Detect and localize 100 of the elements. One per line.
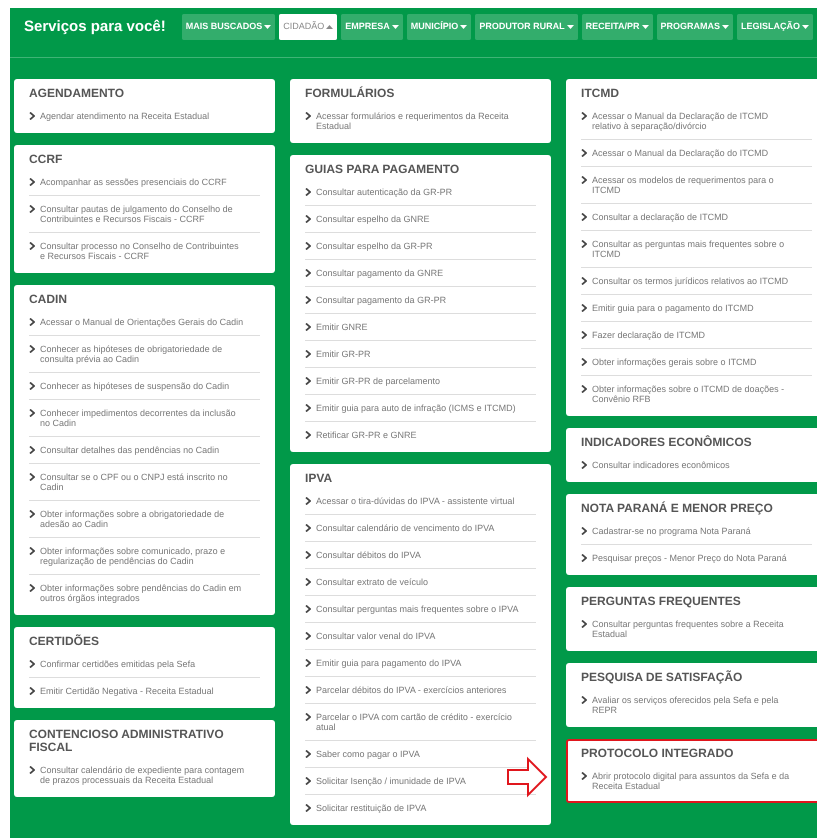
caret-icon bbox=[722, 25, 730, 29]
service-link[interactable]: Consultar os termos jurídicos relativos ao ITCMD bbox=[581, 276, 788, 286]
chevron-icon bbox=[581, 304, 587, 312]
chevron-icon bbox=[581, 696, 587, 704]
chevron-icon bbox=[581, 358, 587, 366]
chevron-icon bbox=[305, 777, 311, 785]
chevron-icon bbox=[581, 554, 587, 562]
service-link[interactable]: Consultar detalhes das pendências no Cadin bbox=[29, 445, 220, 455]
service-link[interactable]: Consultar indicadores econômicos bbox=[581, 460, 730, 470]
chevron-icon bbox=[305, 404, 311, 412]
service-link[interactable]: Consultar perguntas frequentes sobre a Receita Estadual bbox=[581, 619, 798, 639]
service-link[interactable]: Agendar atendimento na Receita Estadual bbox=[29, 111, 210, 121]
service-link[interactable]: Solicitar restituição de IPVA bbox=[305, 803, 426, 813]
service-link[interactable]: Consultar a declaração de ITCMD bbox=[581, 212, 728, 222]
chevron-icon bbox=[29, 318, 35, 326]
nav-tab[interactable]: CIDADÃO bbox=[279, 14, 338, 40]
service-link[interactable]: Emitir GR-PR bbox=[305, 349, 370, 359]
service-link[interactable]: Acessar o tira-dúvidas do IPVA - assistente virtual bbox=[305, 496, 514, 506]
service-link[interactable]: Avaliar os serviços oferecidos pela Sefa e pela REPR bbox=[581, 695, 798, 715]
service-link[interactable]: Consultar valor venal do IPVA bbox=[305, 631, 436, 641]
service-link[interactable]: Emitir guia para auto de infração (ICMS e ITCMD) bbox=[305, 403, 516, 413]
nav-tab[interactable]: EMPRESA bbox=[341, 14, 403, 40]
chevron-icon bbox=[581, 331, 587, 339]
service-link[interactable]: Consultar pagamento da GNRE bbox=[305, 268, 444, 278]
service-link[interactable]: Consultar as perguntas mais frequentes sobre o ITCMD bbox=[581, 239, 798, 259]
service-link[interactable]: Acessar o Manual de Orientações Gerais do Cadin bbox=[29, 317, 244, 327]
service-link[interactable]: Fazer declaração de ITCMD bbox=[581, 330, 706, 340]
service-link[interactable]: Consultar se o CPF ou o CNPJ está inscrito no Cadin bbox=[29, 472, 246, 492]
chevron-icon bbox=[305, 632, 311, 640]
page-title: Serviços para você! bbox=[24, 16, 166, 37]
service-link[interactable]: Acessar formulários e requerimentos da Receita Estadual bbox=[305, 111, 522, 131]
chevron-icon bbox=[29, 112, 35, 120]
nav-tab[interactable]: PRODUTOR RURAL bbox=[475, 14, 578, 40]
chevron-icon bbox=[581, 527, 587, 535]
chevron-icon bbox=[305, 686, 311, 694]
service-link[interactable]: Pesquisar preços - Menor Preço do Nota Paraná bbox=[581, 553, 787, 563]
card-title: AGENDAMENTO bbox=[29, 87, 126, 100]
service-link[interactable]: Consultar extrato de veículo bbox=[305, 577, 428, 587]
chevron-icon bbox=[581, 772, 587, 780]
service-link[interactable]: Acessar o Manual da Declaração de ITCMD relativo à separação/divórcio bbox=[581, 111, 798, 131]
service-link[interactable]: Consultar processo no Conselho de Contribuintes e Recursos Fiscais - CCRF bbox=[29, 241, 246, 261]
service-link[interactable]: Retificar GR-PR e GNRE bbox=[305, 430, 417, 440]
service-link[interactable]: Consultar espelho da GR-PR bbox=[305, 241, 433, 251]
service-link[interactable]: Cadastrar-se no programa Nota Paraná bbox=[581, 526, 751, 536]
nav-tab[interactable]: PROGRAMAS bbox=[656, 14, 734, 40]
service-link[interactable]: Consultar autenticação da GR-PR bbox=[305, 187, 452, 197]
caret-icon bbox=[802, 25, 810, 29]
service-link[interactable]: Parcelar débitos do IPVA - exercícios anteriores bbox=[305, 685, 506, 695]
caret-icon bbox=[460, 25, 468, 29]
service-link[interactable]: Conhecer as hipóteses de suspensão do Cadin bbox=[29, 381, 230, 391]
service-link[interactable]: Obter informações sobre comunicado, prazo e regularização de pendências do Cadin bbox=[29, 546, 246, 566]
service-link[interactable]: Obter informações sobre a obrigatoriedade de adesão ao Cadin bbox=[29, 509, 246, 529]
service-link[interactable]: Conhecer impedimentos decorrentes da inclusão no Cadin bbox=[29, 408, 246, 428]
service-link[interactable]: Acessar o Manual da Declaração do ITCMD bbox=[581, 148, 768, 158]
service-link[interactable]: Consultar débitos do IPVA bbox=[305, 550, 421, 560]
service-link[interactable]: Saber como pagar o IPVA bbox=[305, 749, 420, 759]
chevron-icon bbox=[29, 687, 35, 695]
service-link[interactable]: Consultar pagamento da GR-PR bbox=[305, 295, 446, 305]
chevron-icon bbox=[305, 215, 311, 223]
service-link[interactable]: Obter informações sobre o ITCMD de doações - Convênio RFB bbox=[581, 384, 798, 404]
service-link[interactable]: Abrir protocolo digital para assuntos da Sefa e da Receita Estadual bbox=[581, 771, 798, 791]
caret-icon bbox=[566, 25, 574, 29]
service-link[interactable]: Emitir GNRE bbox=[305, 322, 368, 332]
chevron-icon bbox=[305, 713, 311, 721]
card-title: PESQUISA DE SATISFAÇÃO bbox=[581, 671, 744, 684]
chevron-icon bbox=[305, 497, 311, 505]
caret-icon bbox=[264, 25, 272, 29]
chevron-icon bbox=[581, 213, 587, 221]
nav-tab[interactable]: LEGISLAÇÃO bbox=[737, 14, 814, 40]
service-link[interactable]: Emitir GR-PR de parcelamento bbox=[305, 376, 440, 386]
chevron-icon bbox=[29, 242, 35, 250]
nav-tab[interactable]: RECEITA/PR bbox=[582, 14, 652, 40]
service-link[interactable]: Consultar espelho da GNRE bbox=[305, 214, 430, 224]
service-link[interactable]: Acompanhar as sessões presenciais do CCRF bbox=[29, 177, 227, 187]
service-link[interactable]: Solicitar Isenção / imunidade de IPVA bbox=[305, 776, 466, 786]
chevron-icon bbox=[29, 510, 35, 518]
service-link[interactable]: Obter informações sobre pendências do Cadin em outros órgãos integrados bbox=[29, 583, 246, 603]
nav-tab[interactable]: MAIS BUSCADOS bbox=[182, 14, 276, 40]
service-link[interactable]: Emitir guia para pagamento do IPVA bbox=[305, 658, 462, 668]
card-title: ITCMD bbox=[581, 87, 620, 100]
service-link[interactable]: Consultar pautas de julgamento do Conselho de Contribuintes e Recursos Fiscais - CCRF bbox=[29, 204, 246, 224]
card-title: CCRF bbox=[29, 153, 64, 166]
service-link[interactable]: Consultar perguntas mais frequentes sobre o IPVA bbox=[305, 604, 518, 614]
card-title: CADIN bbox=[29, 293, 68, 306]
service-link[interactable]: Confirmar certidões emitidas pela Sefa bbox=[29, 659, 196, 669]
chevron-icon bbox=[305, 112, 311, 120]
chevron-icon bbox=[305, 578, 311, 586]
service-link[interactable]: Acessar os modelos de requerimentos para o ITCMD bbox=[581, 175, 798, 195]
service-link[interactable]: Emitir Certidão Negativa - Receita Estadual bbox=[29, 686, 214, 696]
nav-tab[interactable]: MUNICÍPIO bbox=[406, 14, 472, 40]
chevron-icon bbox=[581, 176, 587, 184]
service-link[interactable]: Consultar calendário de vencimento do IPVA bbox=[305, 523, 494, 533]
chevron-icon bbox=[305, 431, 311, 439]
service-link[interactable]: Parcelar o IPVA com cartão de crédito - exercício atual bbox=[305, 712, 522, 732]
service-link[interactable]: Emitir guia para o pagamento do ITCMD bbox=[581, 303, 754, 313]
chevron-icon bbox=[29, 473, 35, 481]
service-link[interactable]: Consultar calendário de expediente para contagem de prazos processuais da Receita Estadual bbox=[29, 765, 246, 785]
service-link[interactable]: Obter informações gerais sobre o ITCMD bbox=[581, 357, 757, 367]
service-link[interactable]: Conhecer as hipóteses de obrigatoriedade de consulta prévia ao Cadin bbox=[29, 344, 246, 364]
chevron-icon bbox=[305, 524, 311, 532]
